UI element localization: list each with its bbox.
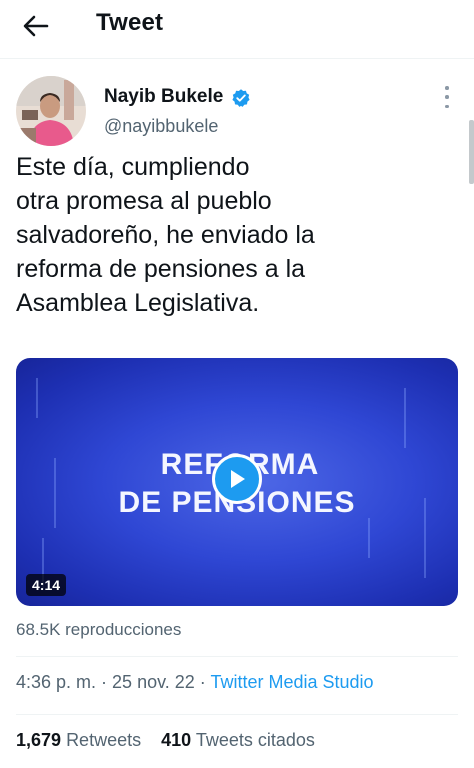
arrow-left-icon	[23, 15, 49, 37]
page-title: Tweet	[96, 9, 164, 36]
views-divider	[16, 656, 458, 657]
meta-separator: ·	[194, 672, 211, 692]
play-button[interactable]	[212, 454, 262, 504]
quote-tweets-stat[interactable]: 410 Tweets citados	[161, 730, 315, 750]
video-duration-badge: 4:14	[26, 574, 67, 596]
decor-line	[36, 378, 38, 418]
scrollbar[interactable]	[469, 120, 474, 184]
verified-badge-icon	[232, 89, 250, 107]
view-count: 68.5K reproducciones	[16, 620, 182, 639]
author-name[interactable]: Nayib Bukele	[104, 86, 223, 108]
decor-line	[368, 518, 370, 558]
tweet-source-link[interactable]: Twitter Media Studio	[210, 672, 373, 692]
tweet-meta: 4:36 p. m. · 25 nov. 22 · Twitter Media …	[16, 672, 374, 693]
more-options-button[interactable]	[440, 86, 454, 108]
video-player[interactable]: REFORMA DE PENSIONES	[16, 358, 458, 606]
avatar[interactable]	[16, 76, 86, 146]
more-dot-icon	[445, 95, 449, 99]
meta-separator: ·	[96, 672, 113, 692]
meta-divider	[16, 714, 458, 715]
more-dot-icon	[445, 104, 449, 108]
profile-photo	[16, 76, 86, 146]
retweets-stat[interactable]: 1,679 Retweets	[16, 730, 141, 750]
tweet-time[interactable]: 4:36 p. m.	[16, 672, 96, 692]
header-divider	[0, 58, 474, 59]
author-handle[interactable]: @nayibbukele	[104, 116, 218, 137]
retweets-label: Retweets	[66, 730, 142, 750]
tweet-text: Este día, cumpliendo otra promesa al pue…	[16, 153, 315, 317]
quote-tweets-label: Tweets citados	[195, 730, 315, 750]
more-dot-icon	[445, 86, 449, 90]
play-icon	[231, 470, 245, 488]
decor-line	[404, 388, 406, 448]
back-button[interactable]	[20, 12, 52, 40]
top-bar: Tweet	[0, 0, 474, 52]
tweet-stats: 1,679 Retweets 410 Tweets citados	[16, 730, 315, 751]
quote-tweets-count: 410	[161, 730, 192, 750]
tweet-date[interactable]: 25 nov. 22	[112, 672, 195, 692]
retweets-count: 1,679	[16, 730, 62, 750]
